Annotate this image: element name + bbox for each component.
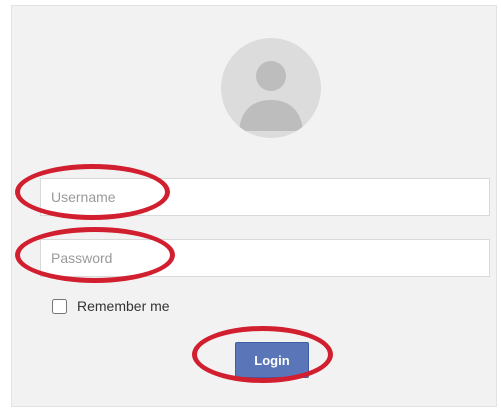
user-silhouette-icon [239,61,303,131]
login-button[interactable]: Login [235,342,309,378]
username-input[interactable] [40,178,490,216]
login-card: Remember me Login [11,5,497,407]
remember-me-control[interactable]: Remember me [52,298,170,314]
remember-me-label: Remember me [77,298,170,314]
password-input[interactable] [40,239,490,277]
remember-me-checkbox[interactable] [52,298,67,314]
user-avatar-icon [221,38,321,138]
